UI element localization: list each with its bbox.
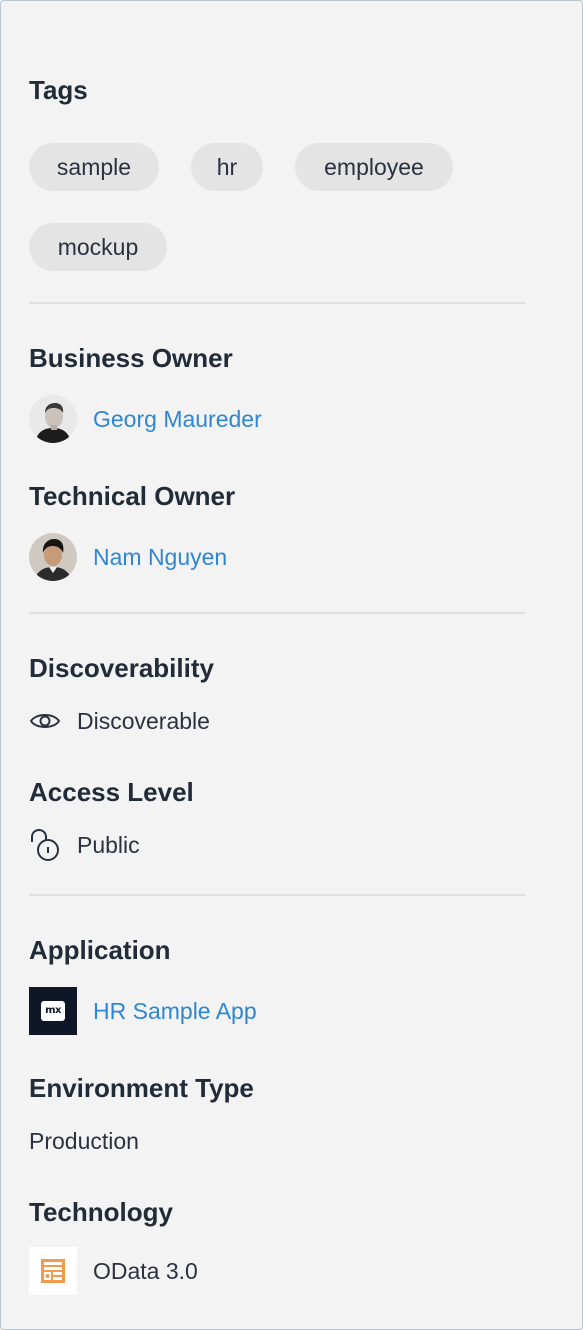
technology-heading: Technology <box>29 1197 173 1227</box>
eye-icon <box>29 705 61 737</box>
business-owner-avatar <box>29 395 77 443</box>
metadata-panel: Tags sample hr employee mockup Business … <box>0 0 583 1330</box>
mendix-app-icon: mx <box>29 987 77 1035</box>
divider <box>29 302 525 304</box>
technology-row: OData 3.0 <box>29 1247 198 1295</box>
technical-owner-link[interactable]: Nam Nguyen <box>93 544 227 571</box>
access-level-value: Public <box>77 831 140 858</box>
technical-owner-avatar <box>29 533 77 581</box>
technical-owner-heading: Technical Owner <box>29 481 236 511</box>
technology-value: OData 3.0 <box>93 1257 198 1284</box>
tag-mockup[interactable]: mockup <box>29 223 167 271</box>
tags-heading: Tags <box>29 75 88 105</box>
unlocked-padlock-icon <box>29 828 61 861</box>
tag-sample[interactable]: sample <box>29 143 159 191</box>
environment-type-row: Production <box>29 1117 139 1165</box>
environment-type-value: Production <box>29 1127 139 1154</box>
divider <box>29 612 525 614</box>
app-logo-text: mx <box>41 1001 65 1021</box>
tag-employee[interactable]: employee <box>295 143 453 191</box>
odata-icon <box>29 1247 77 1295</box>
application-row: mx HR Sample App <box>29 987 257 1035</box>
discoverability-row: Discoverable <box>29 697 210 745</box>
business-owner-link[interactable]: Georg Maureder <box>93 406 262 433</box>
application-link[interactable]: HR Sample App <box>93 998 257 1025</box>
application-heading: Application <box>29 935 171 965</box>
environment-type-heading: Environment Type <box>29 1073 254 1103</box>
access-level-heading: Access Level <box>29 777 194 807</box>
access-level-row: Public <box>29 821 140 869</box>
discoverability-heading: Discoverability <box>29 653 214 683</box>
business-owner-heading: Business Owner <box>29 343 233 373</box>
discoverability-value: Discoverable <box>77 707 210 734</box>
tag-hr[interactable]: hr <box>191 143 263 191</box>
divider <box>29 894 525 896</box>
technical-owner-row: Nam Nguyen <box>29 533 227 581</box>
business-owner-row: Georg Maureder <box>29 395 262 443</box>
